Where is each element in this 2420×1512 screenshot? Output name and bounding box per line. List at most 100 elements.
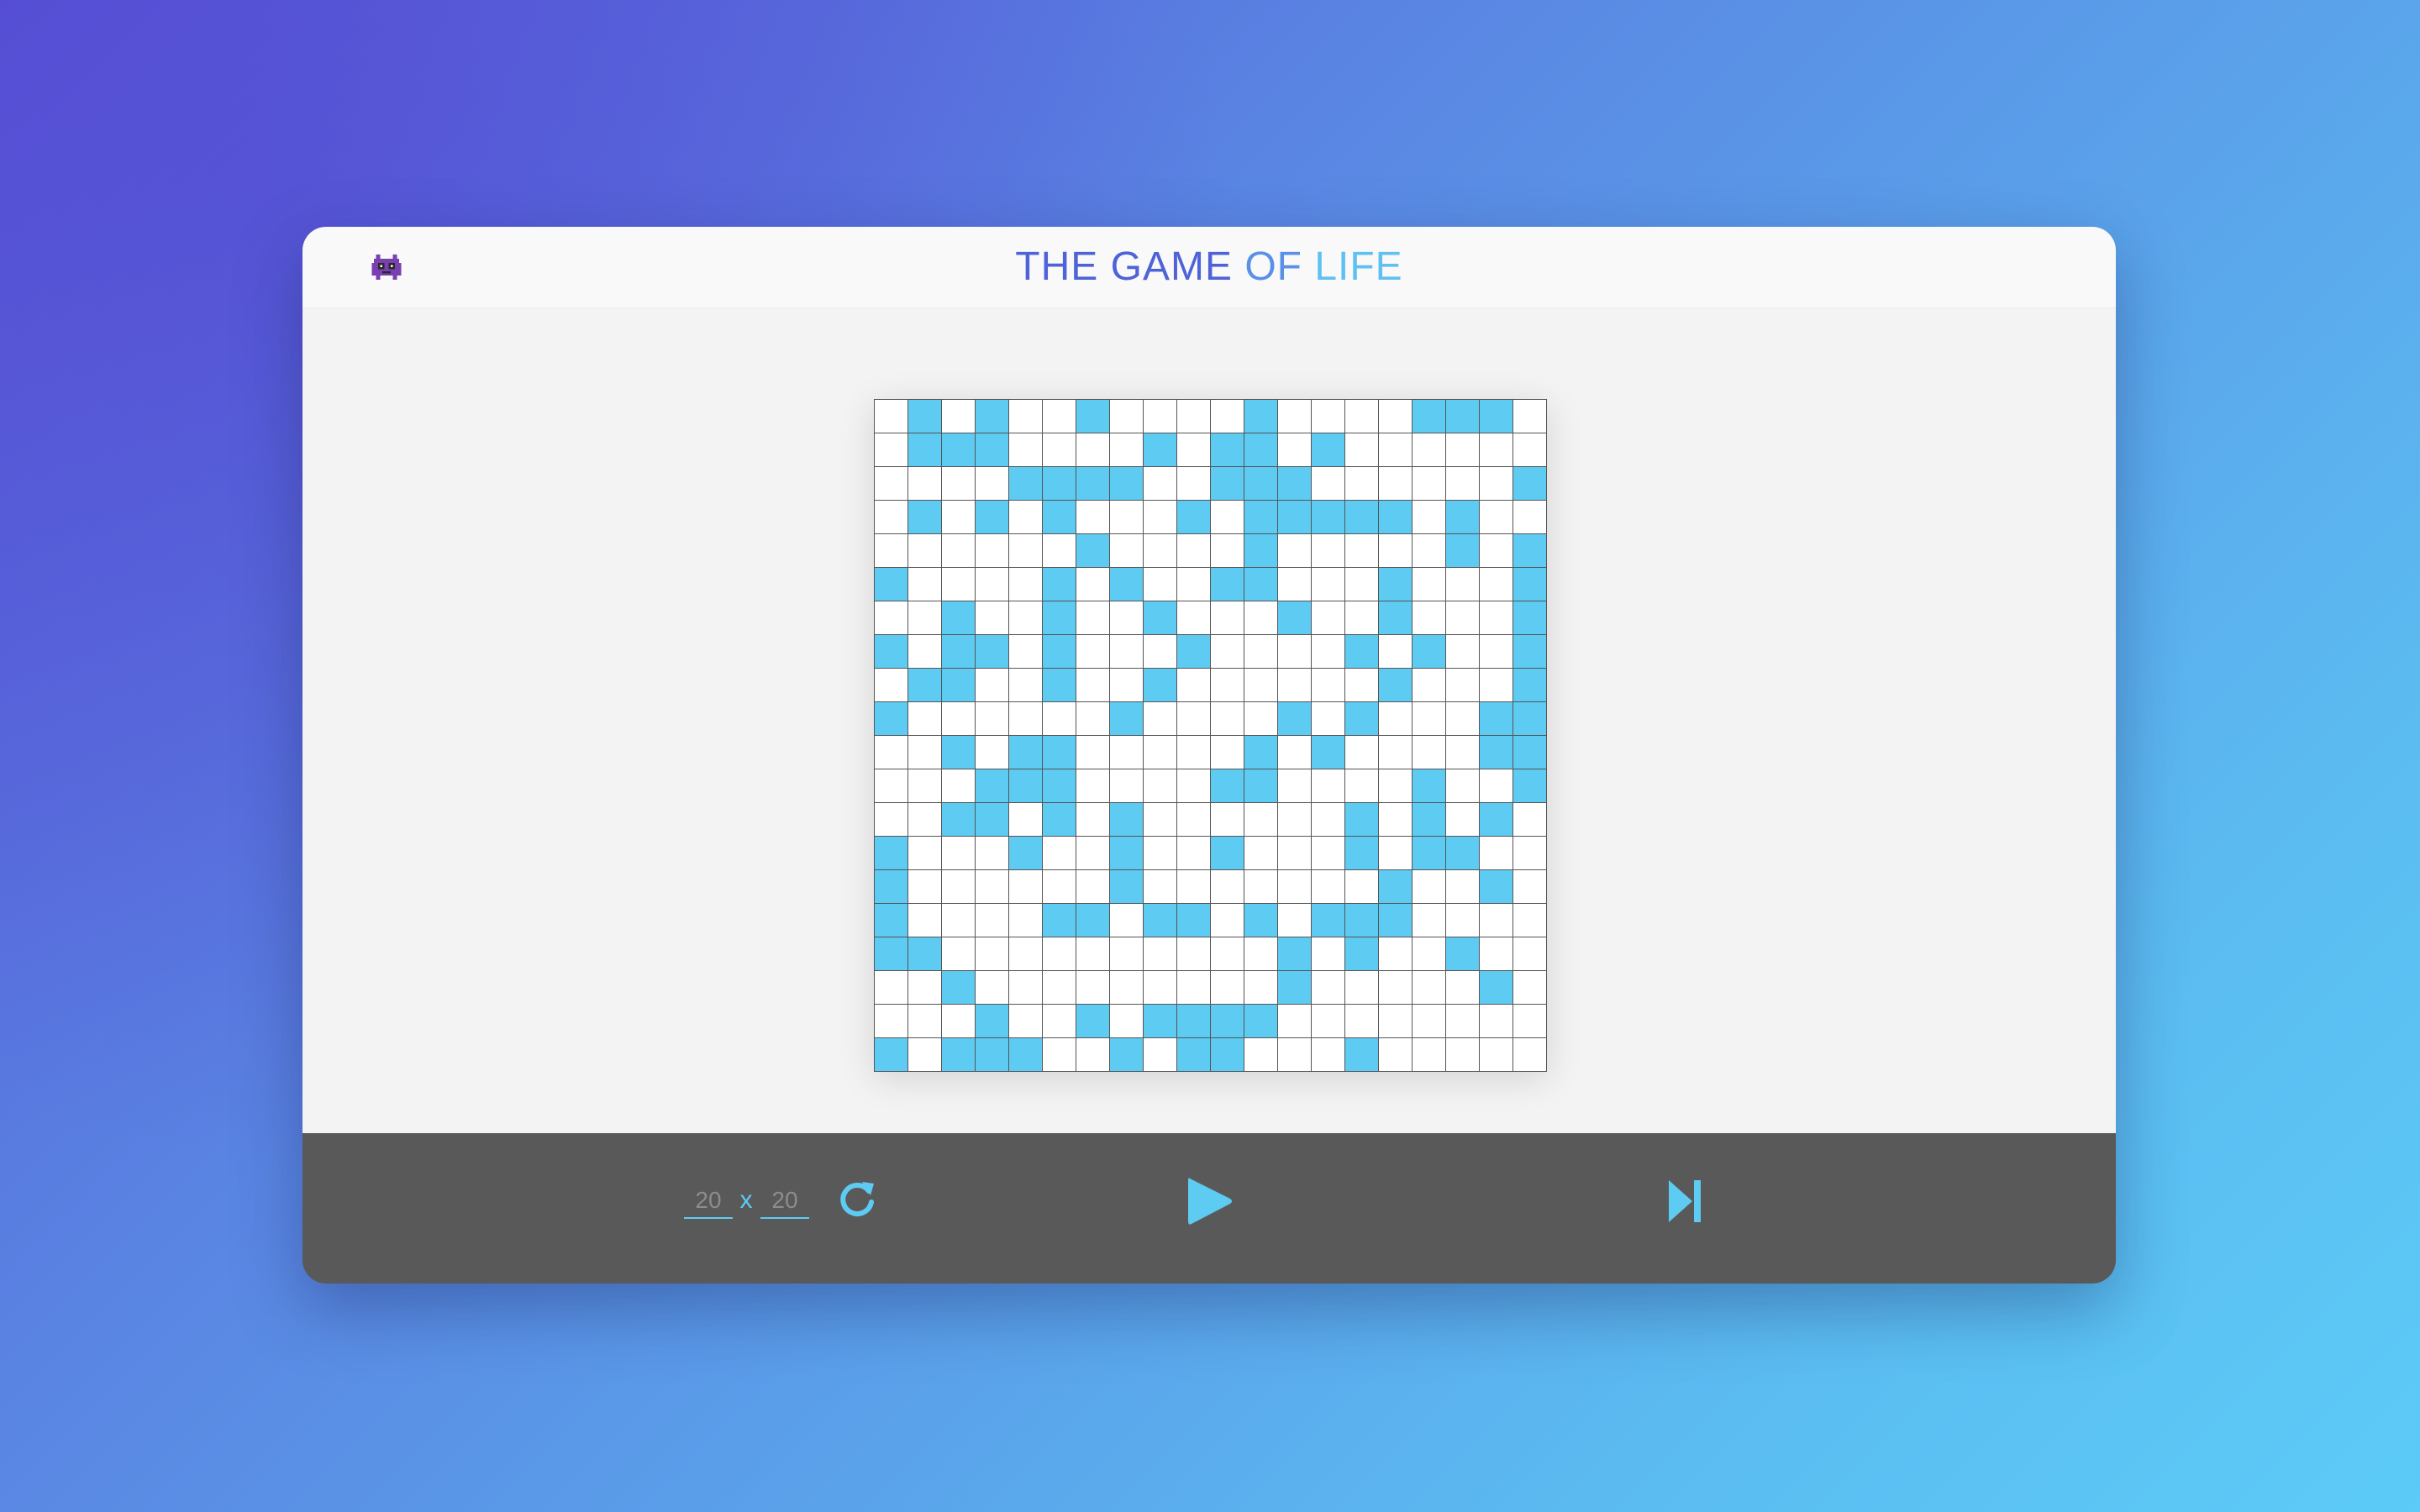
grid-cell-alive[interactable] bbox=[1512, 668, 1546, 701]
grid-cell-dead[interactable] bbox=[1076, 869, 1109, 903]
grid-cell-alive[interactable] bbox=[1445, 500, 1479, 533]
grid-cell-alive[interactable] bbox=[1244, 735, 1277, 769]
grid-cell-dead[interactable] bbox=[941, 769, 975, 802]
grid-cell-alive[interactable] bbox=[941, 970, 975, 1004]
grid-cell-dead[interactable] bbox=[1277, 533, 1311, 567]
grid-cell-alive[interactable] bbox=[1109, 1037, 1143, 1071]
grid-cell-dead[interactable] bbox=[1109, 1004, 1143, 1037]
grid-cell-alive[interactable] bbox=[1512, 567, 1546, 601]
grid-cell-alive[interactable] bbox=[1479, 869, 1512, 903]
grid-cell-alive[interactable] bbox=[1512, 701, 1546, 735]
grid-cell-dead[interactable] bbox=[1445, 601, 1479, 634]
grid-cell-dead[interactable] bbox=[1143, 466, 1176, 500]
grid-cell-dead[interactable] bbox=[941, 1004, 975, 1037]
grid-cell-dead[interactable] bbox=[1311, 567, 1344, 601]
grid-cell-dead[interactable] bbox=[1311, 937, 1344, 970]
grid-cell-alive[interactable] bbox=[1445, 937, 1479, 970]
grid-cell-alive[interactable] bbox=[908, 433, 941, 466]
grid-cell-dead[interactable] bbox=[1277, 802, 1311, 836]
grid-cell-dead[interactable] bbox=[1479, 903, 1512, 937]
grid-cell-dead[interactable] bbox=[1445, 802, 1479, 836]
grid-cell-dead[interactable] bbox=[1479, 668, 1512, 701]
grid-cell-alive[interactable] bbox=[1210, 433, 1244, 466]
grid-cell-dead[interactable] bbox=[1244, 970, 1277, 1004]
grid-cell-dead[interactable] bbox=[1344, 1004, 1378, 1037]
grid-cell-dead[interactable] bbox=[941, 903, 975, 937]
grid-cell-dead[interactable] bbox=[1244, 802, 1277, 836]
grid-cell-alive[interactable] bbox=[1277, 466, 1311, 500]
grid-cell-alive[interactable] bbox=[975, 634, 1008, 668]
grid-cell-alive[interactable] bbox=[941, 1037, 975, 1071]
grid-cell-alive[interactable] bbox=[1109, 802, 1143, 836]
grid-cell-dead[interactable] bbox=[1176, 735, 1210, 769]
grid-cell-dead[interactable] bbox=[1479, 836, 1512, 869]
grid-cell-dead[interactable] bbox=[1344, 668, 1378, 701]
grid-cell-alive[interactable] bbox=[1445, 533, 1479, 567]
grid-cell-dead[interactable] bbox=[1176, 399, 1210, 433]
grid-cell-alive[interactable] bbox=[1210, 567, 1244, 601]
grid-cell-dead[interactable] bbox=[1008, 937, 1042, 970]
grid-cell-alive[interactable] bbox=[1244, 769, 1277, 802]
grid-cell-alive[interactable] bbox=[1311, 433, 1344, 466]
grid-cell-dead[interactable] bbox=[1311, 701, 1344, 735]
grid-cell-alive[interactable] bbox=[1076, 1004, 1109, 1037]
grid-cell-alive[interactable] bbox=[1109, 701, 1143, 735]
grid-cell-dead[interactable] bbox=[1378, 399, 1412, 433]
grid-cell-dead[interactable] bbox=[1143, 500, 1176, 533]
grid-cell-dead[interactable] bbox=[1042, 433, 1076, 466]
grid-cell-alive[interactable] bbox=[941, 735, 975, 769]
grid-cell-dead[interactable] bbox=[1244, 601, 1277, 634]
grid-cell-alive[interactable] bbox=[975, 500, 1008, 533]
grid-cell-dead[interactable] bbox=[941, 836, 975, 869]
grid-cell-dead[interactable] bbox=[1042, 533, 1076, 567]
grid-cell-dead[interactable] bbox=[1076, 701, 1109, 735]
grid-cell-alive[interactable] bbox=[1008, 735, 1042, 769]
grid-cell-dead[interactable] bbox=[1042, 701, 1076, 735]
grid-cell-dead[interactable] bbox=[1143, 869, 1176, 903]
grid-cell-dead[interactable] bbox=[1109, 601, 1143, 634]
grid-cell-dead[interactable] bbox=[1378, 802, 1412, 836]
grid-cell-dead[interactable] bbox=[1244, 869, 1277, 903]
grid-cell-dead[interactable] bbox=[1344, 399, 1378, 433]
grid-cell-dead[interactable] bbox=[1042, 1037, 1076, 1071]
grid-cell-dead[interactable] bbox=[908, 769, 941, 802]
grid-cell-dead[interactable] bbox=[908, 836, 941, 869]
grid-cell-dead[interactable] bbox=[1311, 836, 1344, 869]
grid-cell-dead[interactable] bbox=[1076, 836, 1109, 869]
grid-cell-dead[interactable] bbox=[1143, 769, 1176, 802]
grid-cell-alive[interactable] bbox=[1143, 1004, 1176, 1037]
grid-cell-dead[interactable] bbox=[1076, 970, 1109, 1004]
grid-cell-dead[interactable] bbox=[1378, 836, 1412, 869]
grid-cell-dead[interactable] bbox=[1076, 433, 1109, 466]
grid-cell-dead[interactable] bbox=[1344, 533, 1378, 567]
grid-cell-dead[interactable] bbox=[1277, 836, 1311, 869]
grid-cell-dead[interactable] bbox=[1344, 869, 1378, 903]
grid-cell-dead[interactable] bbox=[1076, 937, 1109, 970]
grid-cell-alive[interactable] bbox=[908, 668, 941, 701]
grid-cell-dead[interactable] bbox=[975, 869, 1008, 903]
grid-cell-dead[interactable] bbox=[1076, 634, 1109, 668]
grid-cell-dead[interactable] bbox=[1277, 567, 1311, 601]
grid-cell-dead[interactable] bbox=[1143, 735, 1176, 769]
grid-cell-dead[interactable] bbox=[1311, 668, 1344, 701]
grid-cell-alive[interactable] bbox=[1042, 735, 1076, 769]
grid-cell-dead[interactable] bbox=[1479, 567, 1512, 601]
grid-cell-dead[interactable] bbox=[1412, 701, 1445, 735]
grid-cell-dead[interactable] bbox=[1008, 1004, 1042, 1037]
grid-cell-dead[interactable] bbox=[1210, 970, 1244, 1004]
grid-cell-dead[interactable] bbox=[1378, 1004, 1412, 1037]
grid-cell-alive[interactable] bbox=[1445, 399, 1479, 433]
grid-cell-dead[interactable] bbox=[874, 802, 908, 836]
grid-cell-alive[interactable] bbox=[941, 601, 975, 634]
grid-cell-dead[interactable] bbox=[975, 567, 1008, 601]
grid-cell-alive[interactable] bbox=[1244, 567, 1277, 601]
grid-cell-dead[interactable] bbox=[1311, 970, 1344, 1004]
grid-cell-dead[interactable] bbox=[908, 701, 941, 735]
grid-cell-dead[interactable] bbox=[1378, 433, 1412, 466]
grid-cell-alive[interactable] bbox=[1378, 567, 1412, 601]
grid-cell-dead[interactable] bbox=[1143, 836, 1176, 869]
grid-cell-alive[interactable] bbox=[1042, 601, 1076, 634]
grid-cell-alive[interactable] bbox=[1176, 634, 1210, 668]
grid-cell-dead[interactable] bbox=[1412, 1004, 1445, 1037]
grid-cell-alive[interactable] bbox=[1479, 399, 1512, 433]
